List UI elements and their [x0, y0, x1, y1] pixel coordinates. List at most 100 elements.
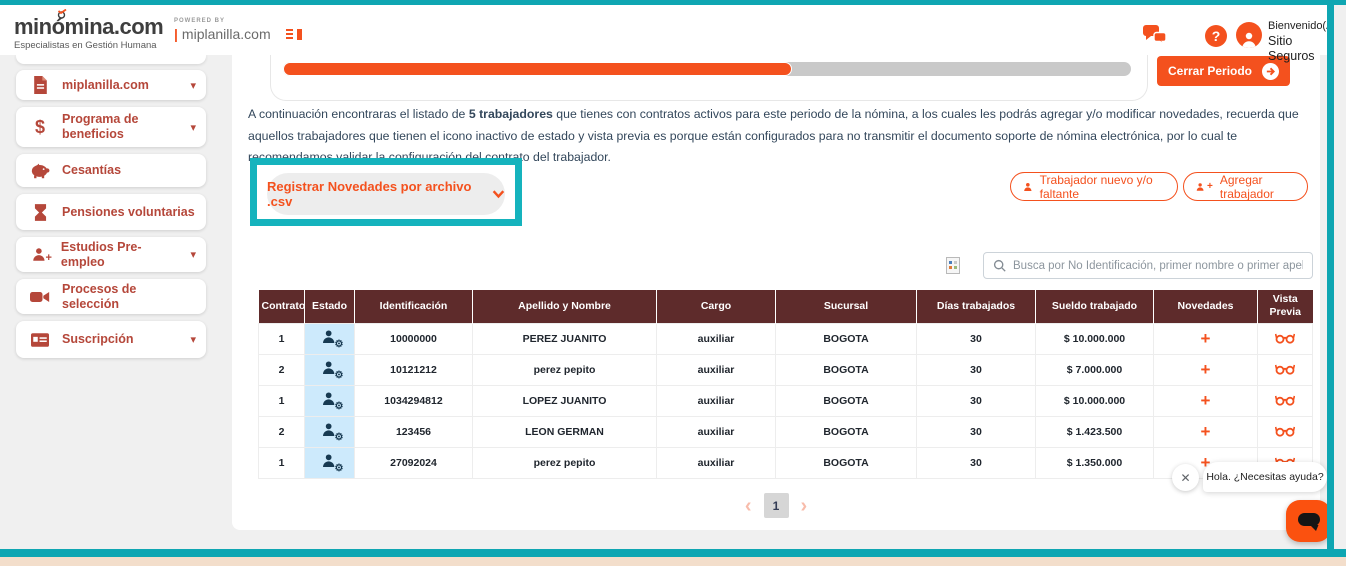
progress-bar-fill	[283, 62, 792, 76]
chevron-down-icon: ▾	[190, 121, 196, 134]
col-sucursal: Sucursal	[775, 290, 917, 323]
person-gear-icon: ⚙	[319, 453, 344, 474]
powered-by-separator: |	[174, 26, 178, 42]
add-novelty-icon[interactable]: +	[1201, 329, 1211, 348]
avatar[interactable]	[1236, 22, 1262, 48]
worker-status-cell[interactable]: ⚙	[304, 415, 355, 448]
page-number[interactable]: 1	[763, 493, 789, 518]
chat-launcher-button[interactable]	[1286, 500, 1331, 542]
id-card-icon	[30, 332, 50, 347]
col-cargo: Cargo	[656, 290, 776, 323]
taskbar-sliver	[0, 557, 1346, 566]
sidebar-item-cesantias[interactable]: Cesantías	[16, 154, 206, 187]
sidebar-toggle-icon[interactable]	[286, 29, 302, 41]
person-gear-icon: ⚙	[319, 422, 344, 443]
cell-sueldo: $ 1.350.000	[1035, 446, 1154, 479]
add-worker-button[interactable]: + Agregar trabajador	[1183, 172, 1308, 201]
cell-sucursal: BOGOTA	[775, 415, 917, 448]
preview-glasses-icon[interactable]	[1257, 415, 1313, 448]
cell-sucursal: BOGOTA	[775, 353, 917, 386]
help-icon[interactable]: ?	[1205, 25, 1227, 47]
col-contrato: Contrato	[258, 290, 305, 323]
cell-identificacion: 10000000	[354, 322, 473, 355]
prev-page-icon[interactable]: ‹	[745, 496, 752, 516]
cell-sucursal: BOGOTA	[775, 384, 917, 417]
cell-dias: 30	[916, 384, 1036, 417]
preview-glasses-icon[interactable]	[1257, 353, 1313, 386]
cell-identificacion: 123456	[354, 415, 473, 448]
cell-nombre: perez pepito	[472, 353, 657, 386]
cell-dias: 30	[916, 446, 1036, 479]
add-novelty-icon[interactable]: +	[1201, 391, 1211, 410]
cell-contrato: 2	[258, 415, 305, 448]
worker-status-cell[interactable]: ⚙	[304, 446, 355, 479]
worker-status-cell[interactable]: ⚙	[304, 384, 355, 417]
cell-cargo: auxiliar	[656, 353, 776, 386]
sidebar-item-procesos-seleccion[interactable]: Procesos de selección	[16, 279, 206, 314]
next-page-icon[interactable]: ›	[801, 496, 808, 516]
cell-nombre: perez pepito	[472, 446, 657, 479]
chat-tooltip-text: Hola. ¿Necesitas ayuda?	[1206, 471, 1324, 483]
hourglass-icon	[30, 203, 50, 221]
new-missing-worker-button[interactable]: Trabajador nuevo y/o faltante	[1010, 172, 1178, 201]
new-missing-worker-label: Trabajador nuevo y/o faltante	[1039, 172, 1153, 201]
cell-sueldo: $ 10.000.000	[1035, 322, 1154, 355]
chevron-down-icon	[492, 190, 505, 199]
brand-tagline: Especialistas en Gestión Humana	[14, 40, 157, 51]
col-sueldo-trabajado: Sueldo trabajado	[1035, 290, 1154, 323]
worker-count: 5 trabajadores	[468, 107, 553, 121]
cell-sucursal: BOGOTA	[775, 322, 917, 355]
brand-title: minómina.com	[14, 14, 164, 39]
period-progress-card	[270, 55, 1148, 101]
brand-logo[interactable]: minómina.com Especialistas en Gestión Hu…	[14, 9, 164, 51]
cell-contrato: 1	[258, 322, 305, 355]
sidebar-item-miplanilla[interactable]: miplanilla.com ▾	[16, 70, 206, 100]
worker-status-cell[interactable]: ⚙	[304, 353, 355, 386]
worker-search	[983, 252, 1313, 279]
cell-sueldo: $ 1.423.500	[1035, 415, 1154, 448]
cell-sueldo: $ 7.000.000	[1035, 353, 1154, 386]
cell-nombre: LEON GERMAN	[472, 415, 657, 448]
sidebar-item-programa-beneficios[interactable]: $ Programa de beneficios ▾	[16, 107, 206, 147]
cell-dias: 30	[916, 415, 1036, 448]
cell-identificacion: 1034294812	[354, 384, 473, 417]
sidebar-item-pensiones-voluntarias[interactable]: Pensiones voluntarias	[16, 194, 206, 230]
cell-nombre: LOPEZ JUANITO	[472, 384, 657, 417]
table-row: 1 ⚙ 27092024 perez pepito auxiliar BOGOT…	[258, 446, 1313, 479]
search-input[interactable]	[1013, 259, 1303, 272]
video-camera-icon	[30, 290, 50, 304]
table-header-row: Contrato Estado Identificación Apellido …	[258, 290, 1313, 323]
cell-identificacion: 10121212	[354, 353, 473, 386]
sidebar-item-label: Pensiones voluntarias	[62, 204, 195, 219]
add-novelty-icon[interactable]: +	[1201, 360, 1211, 379]
sidebar-item-cutoff[interactable]	[16, 55, 206, 64]
table-row: 2 ⚙ 10121212 perez pepito auxiliar BOGOT…	[258, 353, 1313, 386]
worker-status-cell[interactable]: ⚙	[304, 322, 355, 355]
cell-contrato: 2	[258, 353, 305, 386]
cell-nombre: PEREZ JUANITO	[472, 322, 657, 355]
chat-tooltip-close-button[interactable]: ✕	[1172, 464, 1199, 491]
preview-glasses-icon[interactable]	[1257, 384, 1313, 417]
annotation-frame-bottom	[0, 549, 1346, 557]
chat-tooltip[interactable]: Hola. ¿Necesitas ayuda?	[1203, 462, 1327, 492]
annotation-frame-right	[1327, 0, 1334, 557]
register-novelties-csv-button[interactable]: Registrar Novedades por archivo .csv	[267, 173, 505, 215]
person-plus-icon	[1196, 182, 1204, 191]
table-row: 1 ⚙ 10000000 PEREZ JUANITO auxiliar BOGO…	[258, 322, 1313, 355]
add-novelty-icon[interactable]: +	[1201, 422, 1211, 441]
preview-glasses-icon[interactable]	[1257, 322, 1313, 355]
main-panel: Cerrar Periodo A continuación encontrara…	[232, 55, 1320, 530]
powered-by-label: POWERED BY	[174, 18, 226, 24]
person-icon	[1024, 182, 1032, 191]
cell-cargo: auxiliar	[656, 446, 776, 479]
speech-bubble-icon	[1297, 513, 1320, 531]
sidebar-item-label: Procesos de selección	[62, 281, 137, 311]
sidebar-item-estudios-preempleo[interactable]: + Estudios Pre-empleo ▾	[16, 237, 206, 272]
frame-outside	[1334, 0, 1346, 566]
sidebar-item-suscripcion[interactable]: Suscripción ▾	[16, 321, 206, 358]
export-excel-icon[interactable]	[946, 257, 960, 274]
powered-by: POWERED BY | miplanilla.com	[174, 18, 271, 42]
cell-cargo: auxiliar	[656, 415, 776, 448]
messages-icon[interactable]	[1141, 24, 1169, 53]
chevron-down-icon: ▾	[190, 249, 196, 261]
